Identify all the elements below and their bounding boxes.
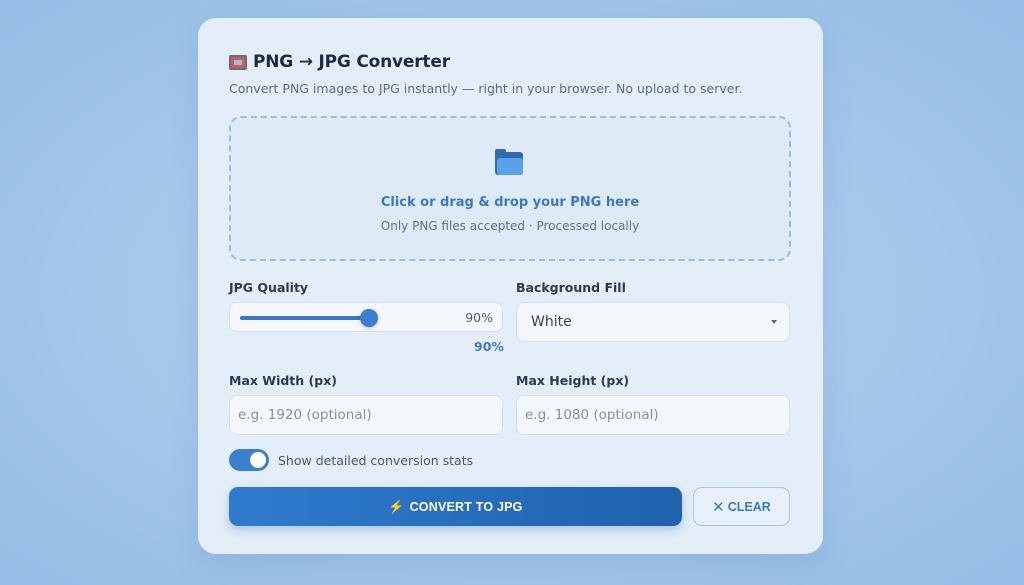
stats-toggle-label: Show detailed conversion stats: [278, 453, 474, 468]
image-icon: [229, 54, 247, 70]
quality-readout: 90%: [474, 339, 504, 354]
clear-button-label: CLEAR: [727, 499, 771, 514]
chevron-down-icon: [771, 320, 777, 324]
convert-button-label: CONVERT TO JPG: [409, 499, 523, 514]
slider-thumb[interactable]: [360, 309, 378, 327]
slider-track: [240, 316, 370, 320]
quality-label: JPG Quality: [229, 280, 309, 295]
max-height-input[interactable]: [516, 395, 790, 435]
stats-toggle[interactable]: [229, 449, 269, 471]
converter-card: PNG → JPG Converter Convert PNG images t…: [198, 18, 823, 554]
background-label: Background Fill: [516, 280, 626, 295]
convert-button[interactable]: ⚡ CONVERT TO JPG: [229, 487, 682, 526]
title-row: PNG → JPG Converter: [229, 51, 450, 73]
dropzone-main-text: Click or drag & drop your PNG here: [380, 195, 640, 210]
max-height-label: Max Height (px): [516, 373, 630, 388]
clear-button[interactable]: ✕ CLEAR: [693, 487, 790, 526]
background-selected-value: White: [531, 314, 572, 330]
page-subtitle: Convert PNG images to JPG instantly — ri…: [229, 81, 743, 96]
close-icon: ✕: [712, 498, 725, 516]
max-width-label: Max Width (px): [229, 373, 337, 388]
background-select[interactable]: White: [516, 302, 790, 342]
max-width-input[interactable]: [229, 395, 503, 435]
toggle-knob: [250, 452, 266, 468]
slider-value: 90%: [465, 310, 493, 325]
file-dropzone[interactable]: Click or drag & drop your PNG here Only …: [229, 116, 791, 261]
quality-slider[interactable]: 90%: [229, 302, 503, 332]
dropzone-sub-text: Only PNG files accepted · Processed loca…: [380, 219, 640, 233]
page-title: PNG → JPG Converter: [253, 52, 450, 72]
folder-icon: [495, 149, 523, 175]
lightning-icon: ⚡: [388, 498, 405, 514]
